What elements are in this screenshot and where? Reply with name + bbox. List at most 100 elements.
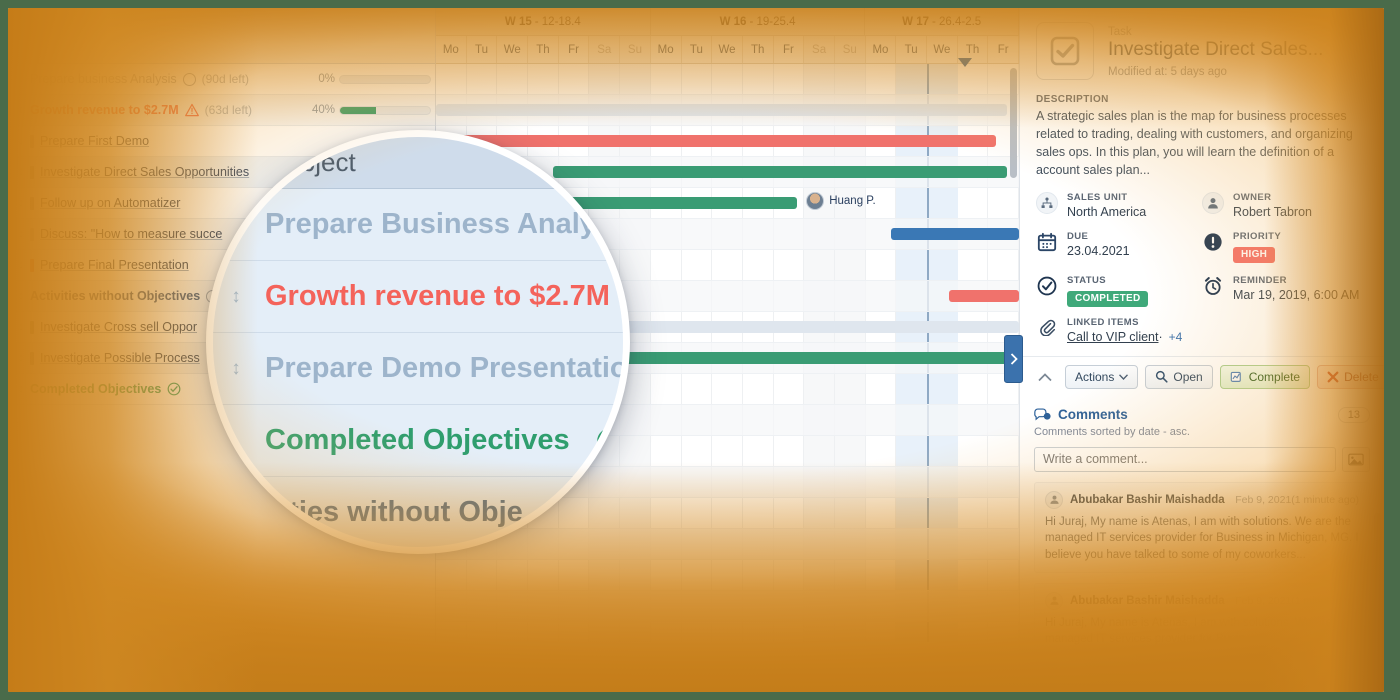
lens-row[interactable]: Completed Objectives: [213, 405, 623, 477]
drag-handle-icon[interactable]: ↕: [12, 73, 30, 85]
comment-avatar-icon: [1045, 591, 1063, 610]
detail-field: PRIORITY HIGH: [1202, 231, 1368, 263]
gantt-week-range: - 19-25.4: [749, 15, 796, 28]
task-type-icon: [1036, 22, 1094, 80]
drag-handle-icon[interactable]: ↕: [12, 352, 30, 364]
gantt-day-cell: Mo: [651, 36, 682, 63]
complete-icon: [1230, 371, 1241, 382]
gantt-row[interactable]: [436, 560, 1019, 591]
detail-kicker: Task: [1108, 26, 1132, 38]
task-row-label[interactable]: Prepare business Analysis: [30, 72, 177, 86]
gantt-bar[interactable]: [552, 166, 1008, 178]
drag-handle-icon[interactable]: ↕: [12, 228, 30, 240]
lens-row[interactable]: ↕ Prepare Demo Presentation: [213, 333, 623, 405]
alarm-clock-icon: [1202, 275, 1224, 297]
comment-item[interactable]: Abubakar Bashir Maishadda Feb 9, 2021(1 …: [1034, 582, 1370, 657]
task-progress-percent: 0%: [318, 73, 335, 85]
gantt-bar[interactable]: [890, 228, 1019, 240]
gantt-week-label: W 16: [719, 15, 747, 28]
gantt-vertical-scrollbar[interactable]: [1010, 68, 1017, 178]
drag-handle-icon[interactable]: ↕: [221, 287, 251, 306]
task-row-label[interactable]: Investigate Direct Sales Opportunities: [40, 165, 249, 179]
drag-handle-icon[interactable]: ↕: [12, 197, 30, 209]
detail-field-value: 23.04.2021: [1067, 243, 1130, 258]
task-row-label[interactable]: Prepare Final Presentation: [40, 258, 189, 272]
gantt-week-label: W 15: [504, 15, 532, 28]
gantt-bar[interactable]: [949, 290, 1019, 302]
priority-badge: HIGH: [1233, 246, 1276, 263]
comment-input[interactable]: [1034, 446, 1336, 472]
task-row-label[interactable]: Discuss: "How to measure succe: [40, 227, 222, 241]
gantt-row[interactable]: [436, 95, 1019, 126]
drag-handle-icon[interactable]: ↕: [12, 135, 30, 147]
gantt-row[interactable]: [436, 529, 1019, 560]
drag-handle-icon[interactable]: ↕: [12, 259, 30, 271]
linked-items-block: LINKED ITEMS Call to VIP client· +4: [1020, 317, 1384, 356]
attach-image-button[interactable]: [1342, 446, 1370, 472]
task-row-label[interactable]: Investigate Possible Process: [40, 351, 200, 365]
task-row-label[interactable]: Activities without Objectives: [30, 289, 200, 303]
task-row[interactable]: ↕ Prepare business Analysis (90d left) 0%: [8, 64, 435, 95]
lens-row[interactable]: ↕ Growth revenue to $2.7M: [213, 261, 623, 333]
detail-field-label: SALES UNIT: [1067, 191, 1128, 203]
row-color-bar: [30, 227, 34, 241]
actions-button-label: Actions: [1075, 369, 1115, 384]
gantt-week-range: - 26.4-2.5: [931, 15, 982, 28]
gantt-row[interactable]: [436, 64, 1019, 95]
task-progress-percent: 40%: [311, 104, 335, 116]
task-list-header: [8, 8, 435, 64]
task-row-label[interactable]: Prepare First Demo: [40, 134, 149, 148]
comment-author: Abubakar Bashir Maishadda: [1070, 493, 1225, 506]
gantt-bar[interactable]: [436, 135, 996, 147]
drag-handle-icon[interactable]: ↕: [221, 359, 251, 378]
task-row-label[interactable]: Completed Objectives: [30, 382, 161, 396]
x-icon: [1327, 371, 1339, 382]
drag-handle-icon[interactable]: ↕: [12, 383, 30, 395]
app-card: ↕ Prepare business Analysis (90d left) 0% ↕ G…: [8, 8, 1384, 692]
exclamation-circle-icon: [1202, 231, 1224, 253]
comment-avatar-icon: [1045, 490, 1063, 509]
task-row-label[interactable]: Follow up on Automatizer: [40, 196, 180, 210]
gantt-row[interactable]: [436, 126, 1019, 157]
lens-row-label: Prepare Business Analysis: [265, 208, 630, 240]
complete-button[interactable]: Complete: [1219, 364, 1311, 389]
actions-button[interactable]: Actions: [1065, 364, 1139, 389]
comments-sort-note: Comments sorted by date - asc.: [1034, 425, 1190, 438]
delete-button-label: Delete: [1344, 369, 1379, 384]
task-row-label[interactable]: Growth revenue to $2.7M: [30, 103, 179, 117]
gantt-row[interactable]: [436, 591, 1019, 622]
detail-panel-toggle[interactable]: [1004, 335, 1023, 383]
gantt-day-header: Mo Tu We Th Fr Sa Su Mo Tu We Th Fr Sa Su Mo Tu We Th Fr: [436, 36, 1019, 64]
detail-field: DUE 23.04.2021: [1036, 231, 1202, 263]
linked-item-link[interactable]: Call to VIP client: [1067, 330, 1158, 344]
lens-row[interactable]: Prepare Business Analysis: [213, 189, 623, 261]
open-button[interactable]: Open: [1145, 364, 1213, 389]
task-row-label[interactable]: Investigate Cross sell Oppor: [40, 320, 197, 334]
drag-handle-icon[interactable]: ↕: [12, 290, 30, 302]
detail-field-value: Robert Tabron: [1233, 204, 1312, 219]
complete-button-label: Complete: [1248, 369, 1301, 384]
drag-handle-icon[interactable]: ↕: [12, 321, 30, 333]
screenshot-frame: ↕ Prepare business Analysis (90d left) 0% ↕ G…: [0, 0, 1400, 700]
comments-icon: [1034, 407, 1051, 421]
linked-items-more[interactable]: +4: [1169, 330, 1183, 344]
drag-handle-icon[interactable]: ↕: [12, 104, 30, 116]
gantt-bar[interactable]: [436, 104, 1008, 116]
gantt-day-cell: Tu: [682, 36, 713, 63]
delete-button[interactable]: Delete: [1317, 364, 1384, 389]
comment-item[interactable]: Abubakar Bashir Maishadda Feb 9, 2021(1 …: [1034, 481, 1370, 573]
comments-scrollbar[interactable]: [1374, 513, 1381, 571]
assignee-name: Huang P.: [829, 195, 876, 207]
gantt-day-cell: Th: [743, 36, 774, 63]
comment-author: Abubakar Bashir Maishadda: [1070, 594, 1225, 607]
detail-field-grid: SALES UNIT North America OWNER Robert Ta…: [1020, 190, 1384, 317]
drag-handle-icon[interactable]: ↕: [12, 166, 30, 178]
task-row[interactable]: ↕ Growth revenue to $2.7M (63d left) 40%: [8, 95, 435, 126]
gantt-day-cell: Mo: [866, 36, 897, 63]
linked-items-label: LINKED ITEMS: [1067, 316, 1139, 328]
detail-modified: Modified at: 5 days ago: [1108, 66, 1227, 78]
gantt-week-cell: W 16- 19-25.4: [651, 8, 866, 35]
calendar-icon: [1036, 231, 1058, 253]
chevron-up-icon[interactable]: [1032, 369, 1058, 385]
gantt-week-range: - 12-18.4: [534, 15, 581, 28]
